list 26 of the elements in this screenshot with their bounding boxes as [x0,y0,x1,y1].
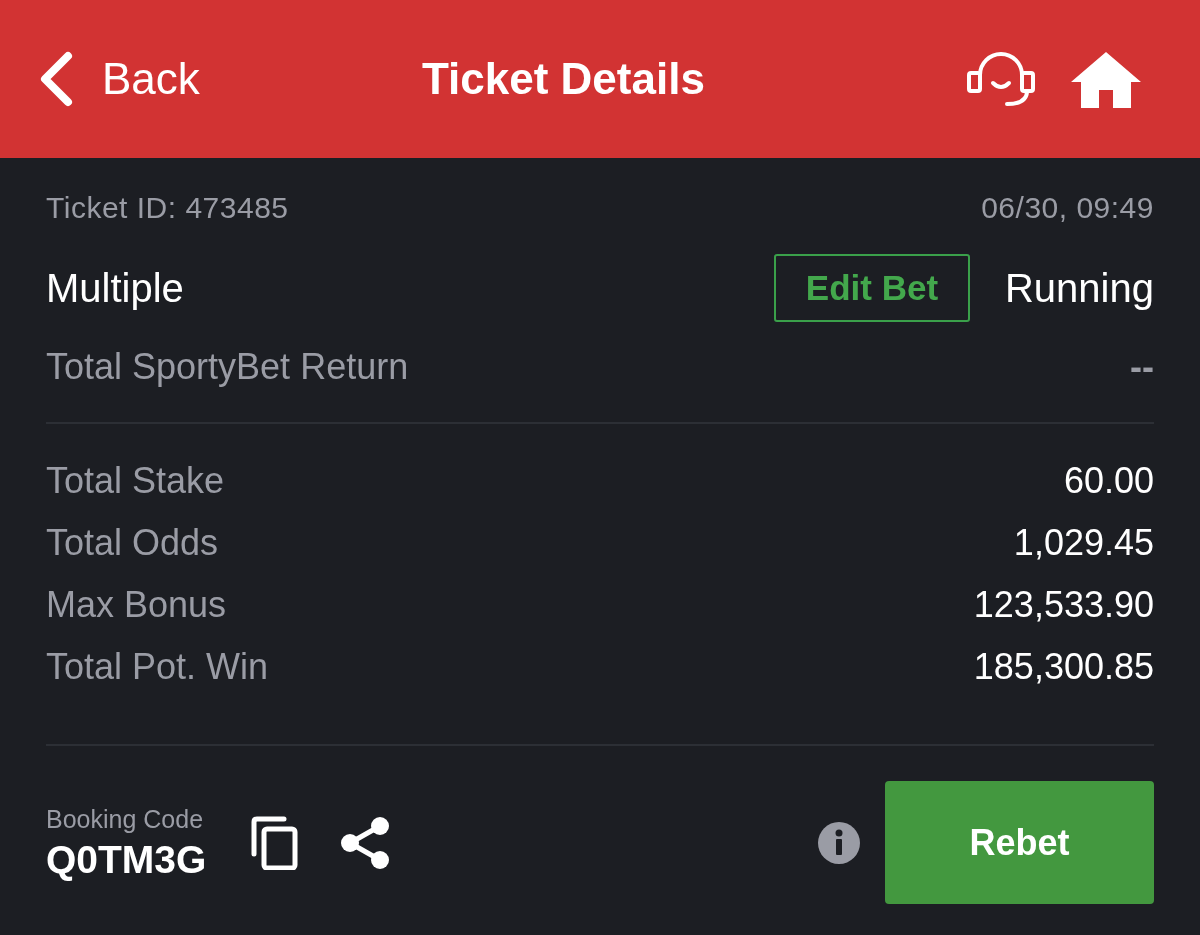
back-button[interactable]: Back [38,51,200,107]
copy-icon[interactable] [250,815,299,870]
summary-label: Max Bonus [46,583,227,627]
return-label: Total SportyBet Return [46,345,409,389]
home-icon[interactable] [1069,50,1143,108]
edit-bet-button[interactable]: Edit Bet [774,254,970,322]
summary-label: Total Pot. Win [46,645,269,689]
summary-value: 60.00 [1063,459,1154,503]
page-title: Ticket Details [421,57,705,101]
booking-code: Q0TM3G [46,839,207,879]
bet-type: Multiple [46,265,185,312]
summary-value: 123,533.90 [973,583,1154,627]
summary-label: Total Odds [46,521,219,565]
summary-value: 185,300.85 [973,645,1154,689]
booking-code-label: Booking Code [46,806,205,832]
headset-icon[interactable] [967,51,1035,107]
share-icon[interactable] [340,816,391,869]
ticket-id: Ticket ID: 473485 [46,189,289,226]
chevron-left-icon [38,51,74,107]
return-value: -- [1130,345,1154,389]
summary-label: Total Stake [46,459,225,503]
ticket-datetime: 06/30, 09:49 [981,189,1154,226]
summary-value: 1,029.45 [1013,521,1154,565]
bet-status: Running [1005,265,1154,312]
rebet-button[interactable]: Rebet [885,781,1154,904]
info-icon[interactable] [818,821,860,864]
